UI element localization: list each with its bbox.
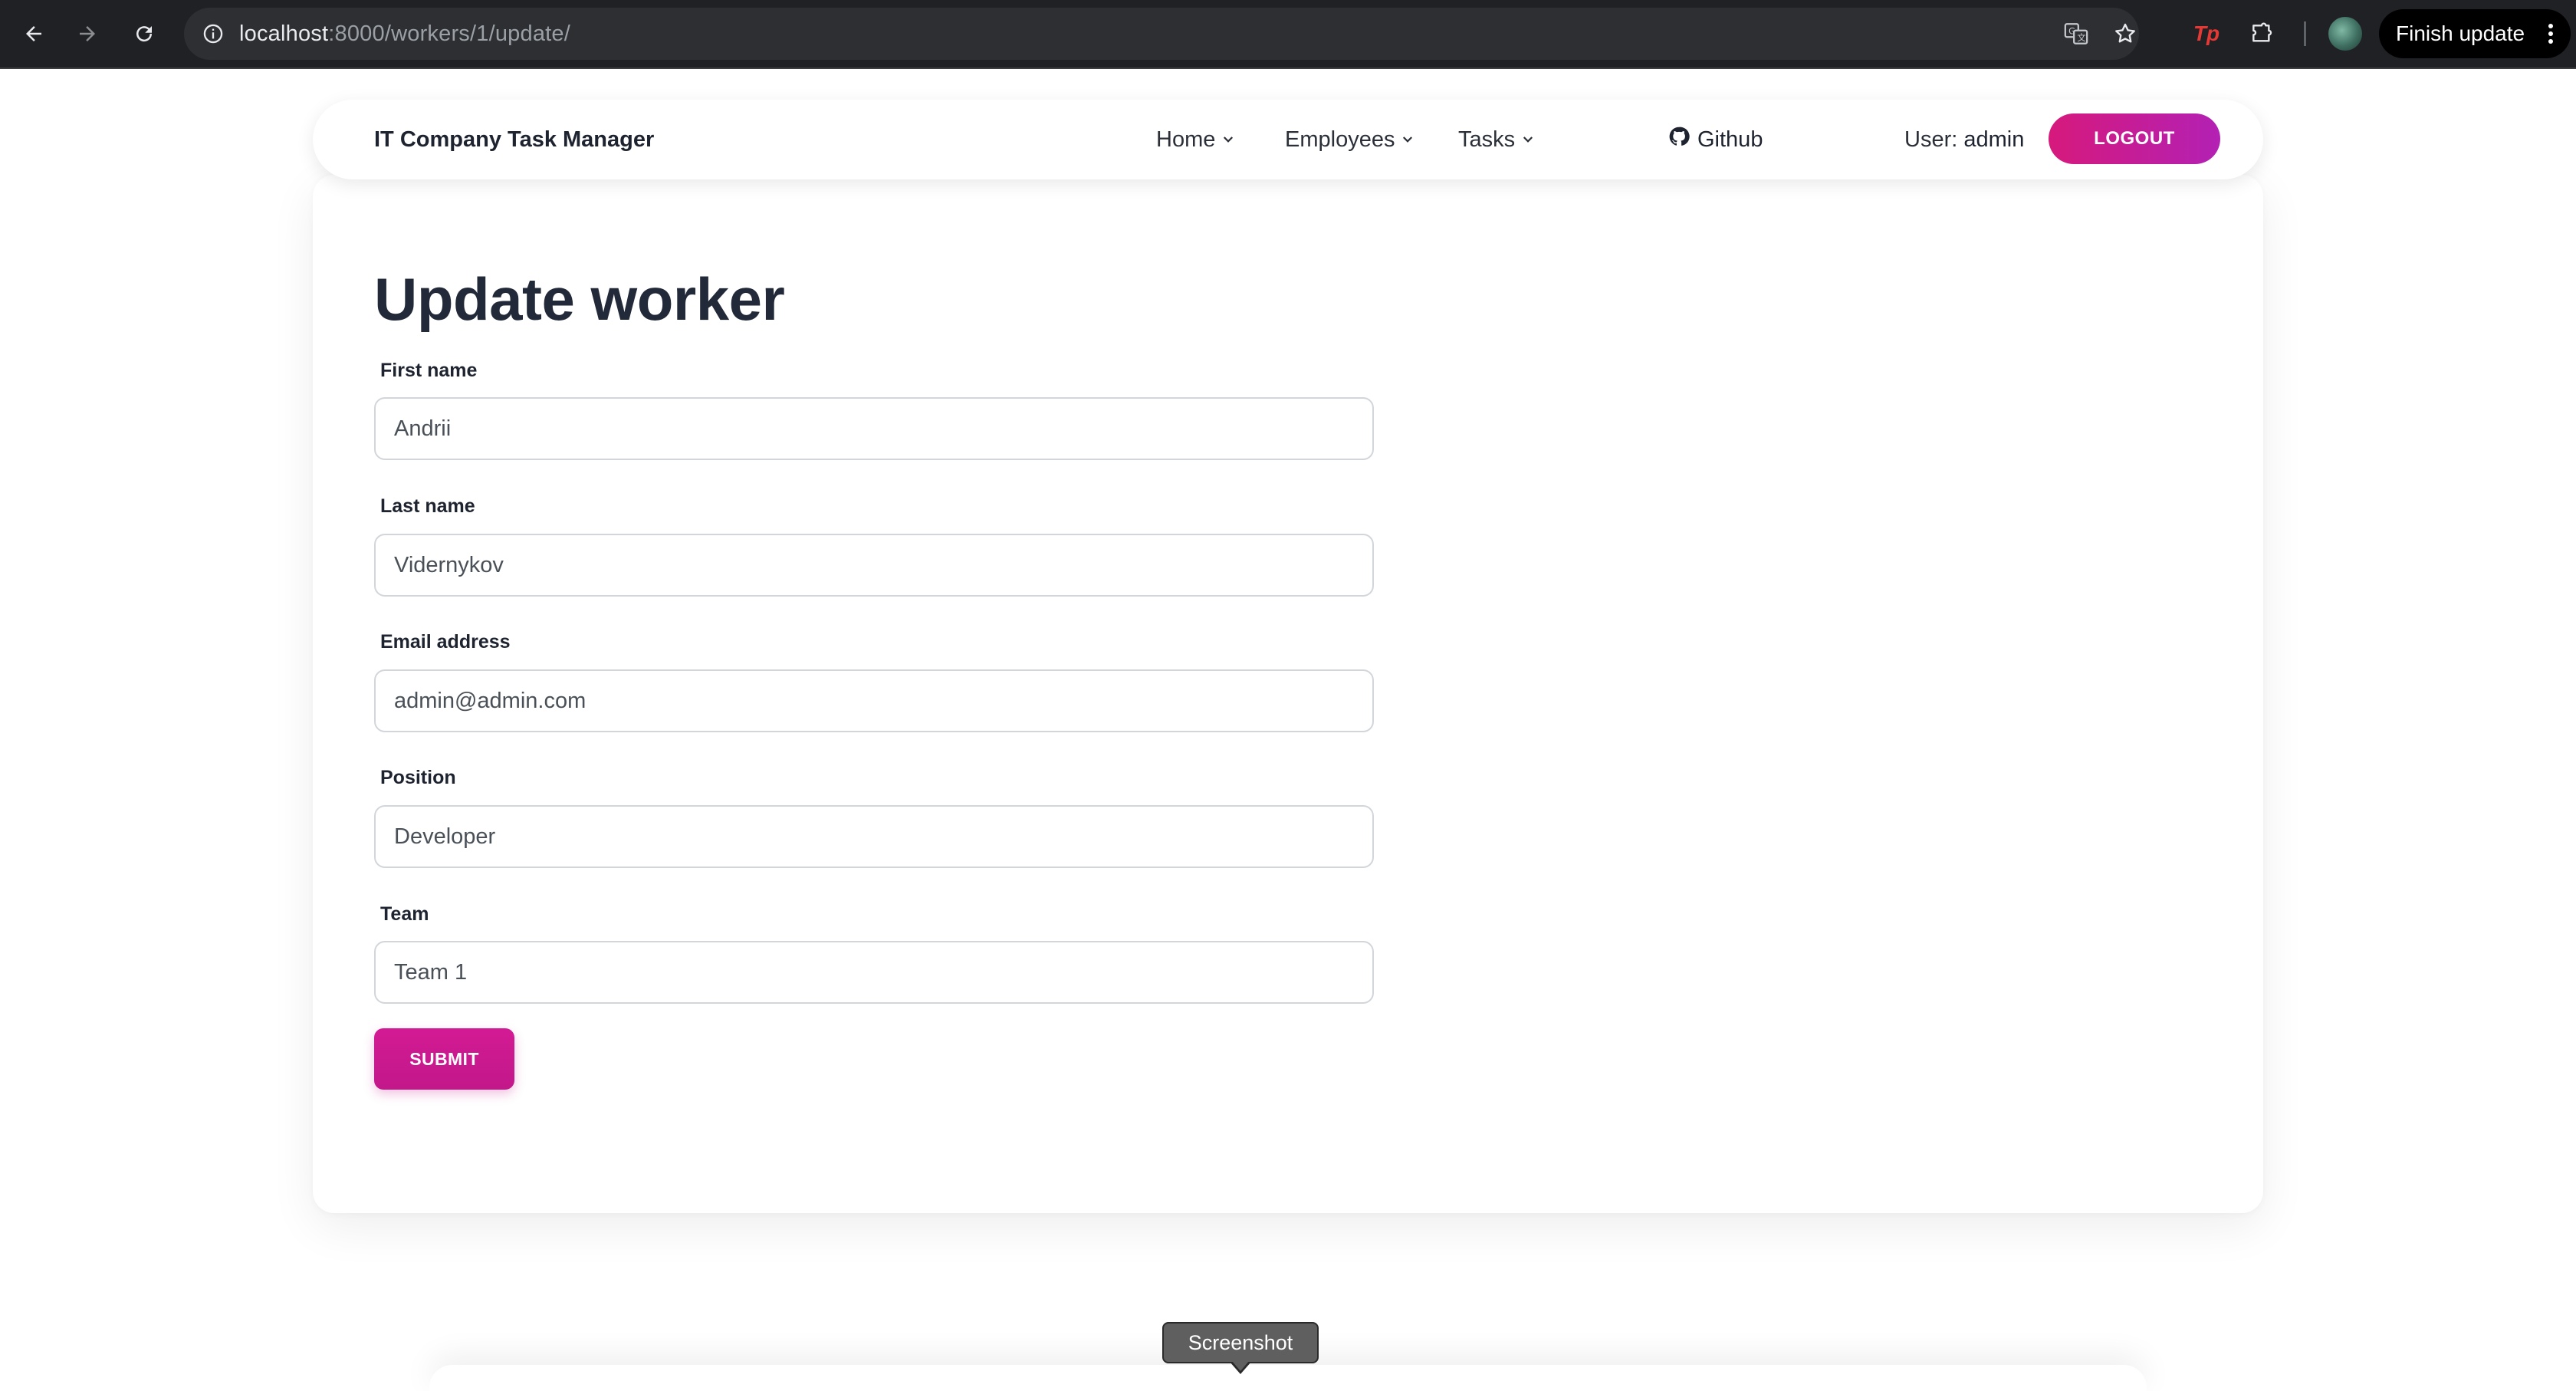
footer-card-edge bbox=[429, 1365, 2147, 1391]
email-field[interactable] bbox=[374, 669, 1374, 732]
forward-icon[interactable] bbox=[71, 17, 104, 51]
position-field[interactable] bbox=[374, 805, 1374, 868]
github-link[interactable]: Github bbox=[1668, 100, 1763, 179]
profile-avatar[interactable] bbox=[2328, 17, 2362, 51]
nav-employees-label: Employees bbox=[1285, 127, 1395, 152]
extension-badge: Tp bbox=[2193, 21, 2220, 45]
chevron-down-icon bbox=[1401, 100, 1414, 179]
first-name-label: First name bbox=[380, 360, 478, 381]
first-name-field[interactable] bbox=[374, 397, 1374, 460]
last-name-label: Last name bbox=[380, 495, 475, 517]
chevron-down-icon bbox=[1521, 100, 1535, 179]
page-title: Update worker bbox=[374, 265, 785, 333]
more-menu-icon[interactable] bbox=[2548, 23, 2554, 50]
position-label: Position bbox=[380, 767, 456, 788]
extensions-puzzle-icon[interactable] bbox=[2245, 17, 2279, 51]
submit-button[interactable]: SUBMIT bbox=[374, 1028, 514, 1090]
github-icon bbox=[1668, 126, 1690, 153]
nav-tasks[interactable]: Tasks bbox=[1458, 100, 1535, 179]
finish-update-button[interactable]: Finish update bbox=[2379, 9, 2571, 58]
reload-icon[interactable] bbox=[127, 17, 161, 51]
url-path: :8000/workers/1/update/ bbox=[328, 21, 571, 46]
toolbar-separator bbox=[2304, 21, 2306, 46]
email-label: Email address bbox=[380, 631, 511, 653]
top-navbar: IT Company Task Manager Home Employees T… bbox=[313, 100, 2263, 179]
username: admin bbox=[1963, 127, 2025, 152]
bookmark-star-icon[interactable] bbox=[2111, 20, 2139, 48]
current-user: User: admin bbox=[1904, 100, 2024, 179]
team-label: Team bbox=[380, 903, 429, 925]
url-text: localhost:8000/workers/1/update/ bbox=[239, 8, 570, 60]
logout-button[interactable]: LOGOUT bbox=[2049, 113, 2220, 164]
svg-text:文: 文 bbox=[2077, 32, 2085, 43]
user-prefix: User: bbox=[1904, 127, 1964, 152]
nav-employees[interactable]: Employees bbox=[1285, 100, 1414, 179]
team-field[interactable] bbox=[374, 941, 1374, 1004]
browser-toolbar: localhost:8000/workers/1/update/ G文 Tp F… bbox=[0, 0, 2576, 69]
chevron-down-icon bbox=[1221, 100, 1235, 179]
finish-update-label: Finish update bbox=[2396, 21, 2525, 45]
nav-home[interactable]: Home bbox=[1156, 100, 1235, 179]
github-label: Github bbox=[1697, 127, 1763, 152]
tooltip-arrow-inner bbox=[1232, 1361, 1249, 1371]
back-icon[interactable] bbox=[17, 17, 51, 51]
url-host: localhost bbox=[239, 21, 329, 46]
extension-tp-icon[interactable]: Tp bbox=[2190, 17, 2223, 51]
site-info-icon[interactable] bbox=[199, 20, 227, 48]
brand-link[interactable]: IT Company Task Manager bbox=[374, 100, 654, 179]
address-bar[interactable]: localhost:8000/workers/1/update/ G文 bbox=[184, 8, 2139, 60]
screenshot-tooltip: Screenshot bbox=[1162, 1322, 1319, 1363]
nav-home-label: Home bbox=[1156, 127, 1216, 152]
nav-tasks-label: Tasks bbox=[1458, 127, 1516, 152]
translate-icon[interactable]: G文 bbox=[2062, 20, 2090, 48]
last-name-field[interactable] bbox=[374, 534, 1374, 597]
